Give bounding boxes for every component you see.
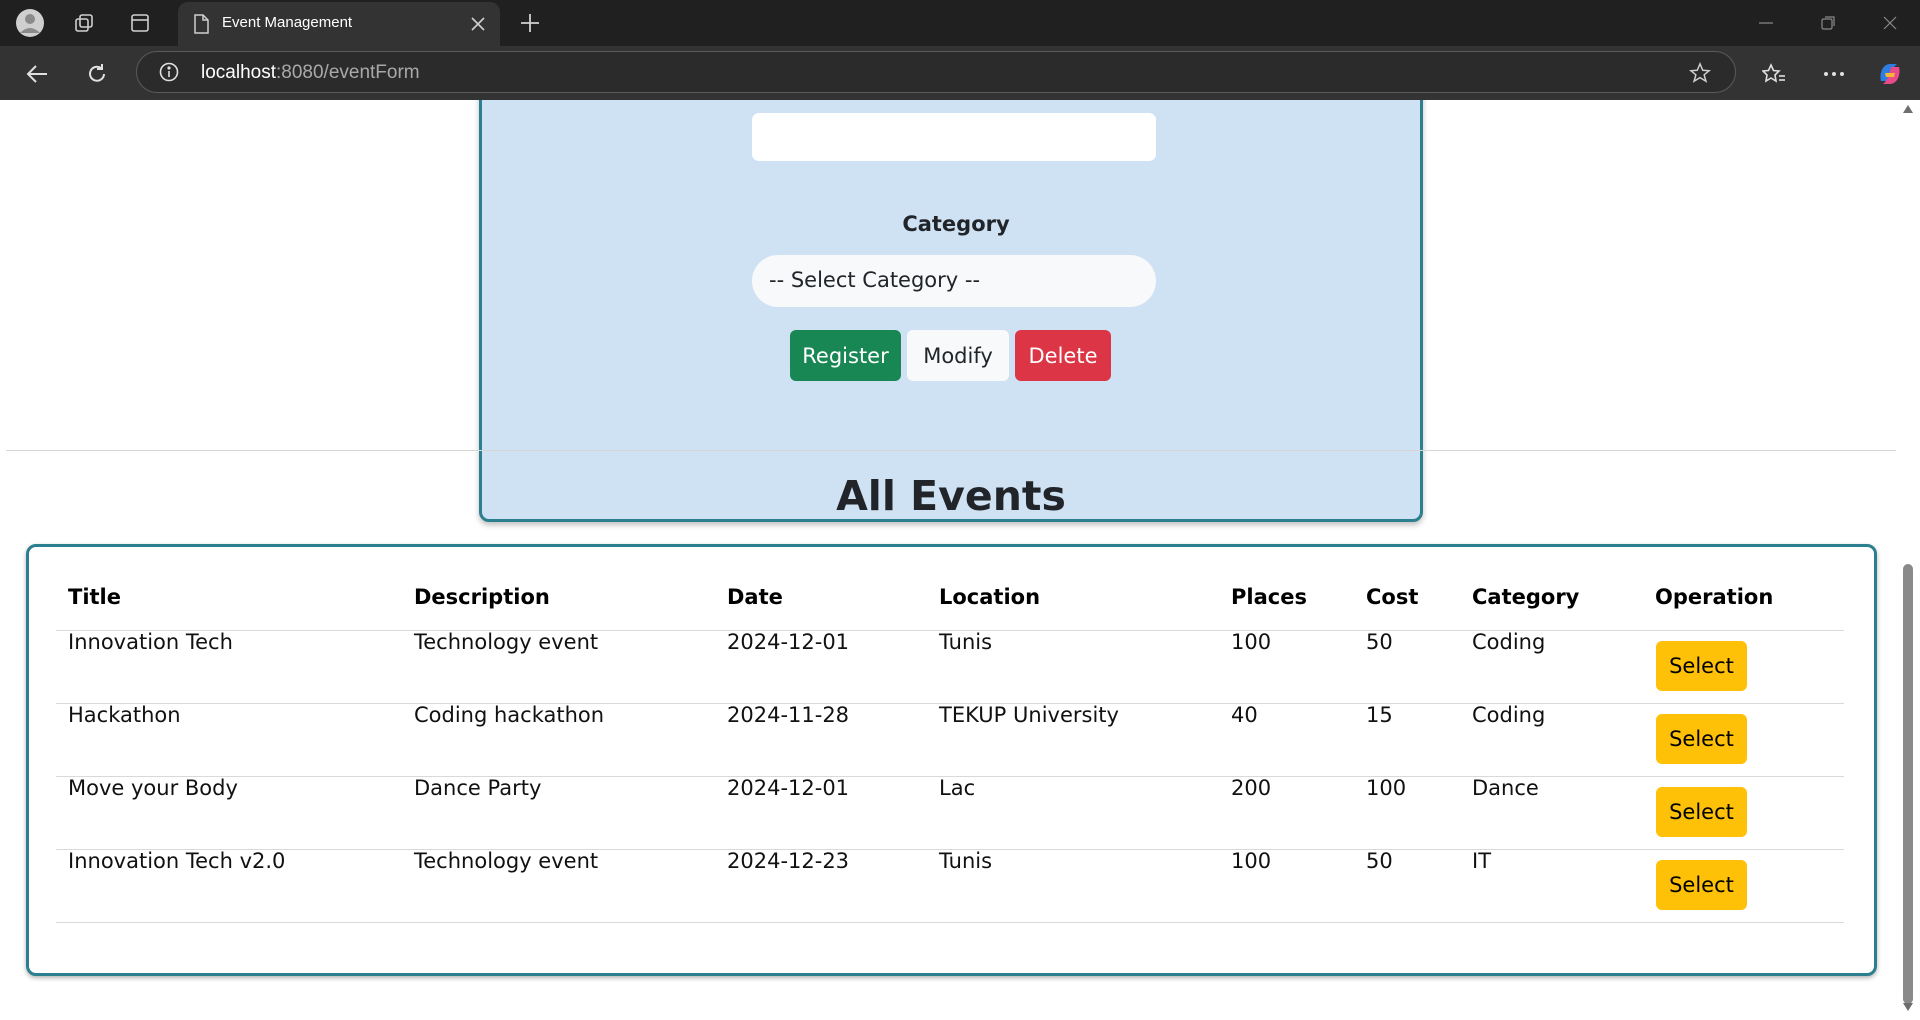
address-bar[interactable]: localhost:8080/eventForm [136, 51, 1736, 93]
cell-description: Technology event [414, 849, 599, 873]
scroll-down-icon[interactable] [1900, 1000, 1916, 1014]
minimize-icon[interactable] [1744, 8, 1788, 38]
browser-tab-bar: Event Management [0, 0, 1920, 46]
section-divider [6, 450, 1896, 451]
column-header: Cost [1366, 585, 1419, 609]
cell-title: Innovation Tech [68, 630, 233, 654]
tab-title: Event Management [222, 14, 353, 31]
profile-avatar-icon[interactable] [14, 7, 46, 39]
page-viewport: Category -- Select Category -- Register … [6, 100, 1896, 1014]
select-button[interactable]: Select [1656, 714, 1747, 764]
tab-actions-icon[interactable] [124, 7, 156, 39]
restore-icon[interactable] [1806, 8, 1850, 38]
cell-description: Coding hackathon [414, 703, 605, 727]
back-icon[interactable] [20, 57, 54, 91]
cell-places: 40 [1231, 703, 1258, 727]
cell-category: IT [1472, 849, 1492, 873]
category-label: Category [902, 212, 1010, 236]
scroll-up-icon[interactable] [1900, 102, 1916, 116]
cell-description: Technology event [414, 630, 599, 654]
column-header: Description [414, 585, 550, 609]
cell-places: 200 [1231, 776, 1272, 800]
select-button[interactable]: Select [1656, 860, 1747, 910]
cell-date: 2024-12-01 [727, 630, 850, 654]
modify-button[interactable]: Modify [907, 330, 1009, 381]
row-divider [56, 922, 1844, 923]
cell-places: 100 [1231, 630, 1272, 654]
select-button[interactable]: Select [1656, 787, 1747, 837]
events-heading: All Events [836, 472, 1066, 520]
column-header: Date [727, 585, 783, 609]
category-select[interactable]: -- Select Category -- [752, 255, 1156, 307]
more-options-icon[interactable] [1817, 57, 1851, 91]
column-header: Location [939, 585, 1041, 609]
column-header: Title [68, 585, 122, 609]
new-tab-icon[interactable] [514, 7, 546, 39]
cell-category: Coding [1472, 630, 1546, 654]
cell-title: Move your Body [68, 776, 238, 800]
cell-location: Lac [939, 776, 976, 800]
workspaces-icon[interactable] [68, 7, 100, 39]
site-info-icon[interactable] [159, 62, 179, 86]
register-button[interactable]: Register [790, 330, 901, 381]
column-header: Operation [1655, 585, 1774, 609]
close-tab-icon[interactable] [466, 12, 490, 36]
copilot-icon[interactable] [1873, 57, 1907, 91]
cell-places: 100 [1231, 849, 1272, 873]
cell-location: Tunis [939, 849, 993, 873]
text-field[interactable] [752, 113, 1156, 161]
cell-date: 2024-11-28 [727, 703, 850, 727]
browser-toolbar: localhost:8080/eventForm [0, 46, 1920, 100]
scrollbar-thumb[interactable] [1903, 564, 1913, 1004]
reload-icon[interactable] [80, 57, 114, 91]
cell-location: Tunis [939, 630, 993, 654]
cell-title: Hackathon [68, 703, 181, 727]
cell-category: Dance [1472, 776, 1539, 800]
event-form-card [479, 100, 1423, 522]
tab-event-management[interactable]: Event Management [178, 2, 500, 46]
cell-date: 2024-12-23 [727, 849, 850, 873]
cell-description: Dance Party [414, 776, 542, 800]
close-window-icon[interactable] [1868, 8, 1912, 38]
column-header: Places [1231, 585, 1307, 609]
page-icon [192, 14, 210, 38]
delete-button[interactable]: Delete [1015, 330, 1111, 381]
cell-cost: 100 [1366, 776, 1407, 800]
select-button[interactable]: Select [1656, 641, 1747, 691]
cell-category: Coding [1472, 703, 1546, 727]
cell-title: Innovation Tech v2.0 [68, 849, 286, 873]
column-header: Category [1472, 585, 1580, 609]
cell-cost: 50 [1366, 630, 1393, 654]
cell-cost: 15 [1366, 703, 1393, 727]
url-text[interactable]: localhost:8080/eventForm [201, 62, 420, 84]
favorites-list-icon[interactable] [1757, 57, 1791, 91]
cell-location: TEKUP University [939, 703, 1119, 727]
cell-cost: 50 [1366, 849, 1393, 873]
cell-date: 2024-12-01 [727, 776, 850, 800]
favorite-star-icon[interactable] [1688, 61, 1712, 88]
